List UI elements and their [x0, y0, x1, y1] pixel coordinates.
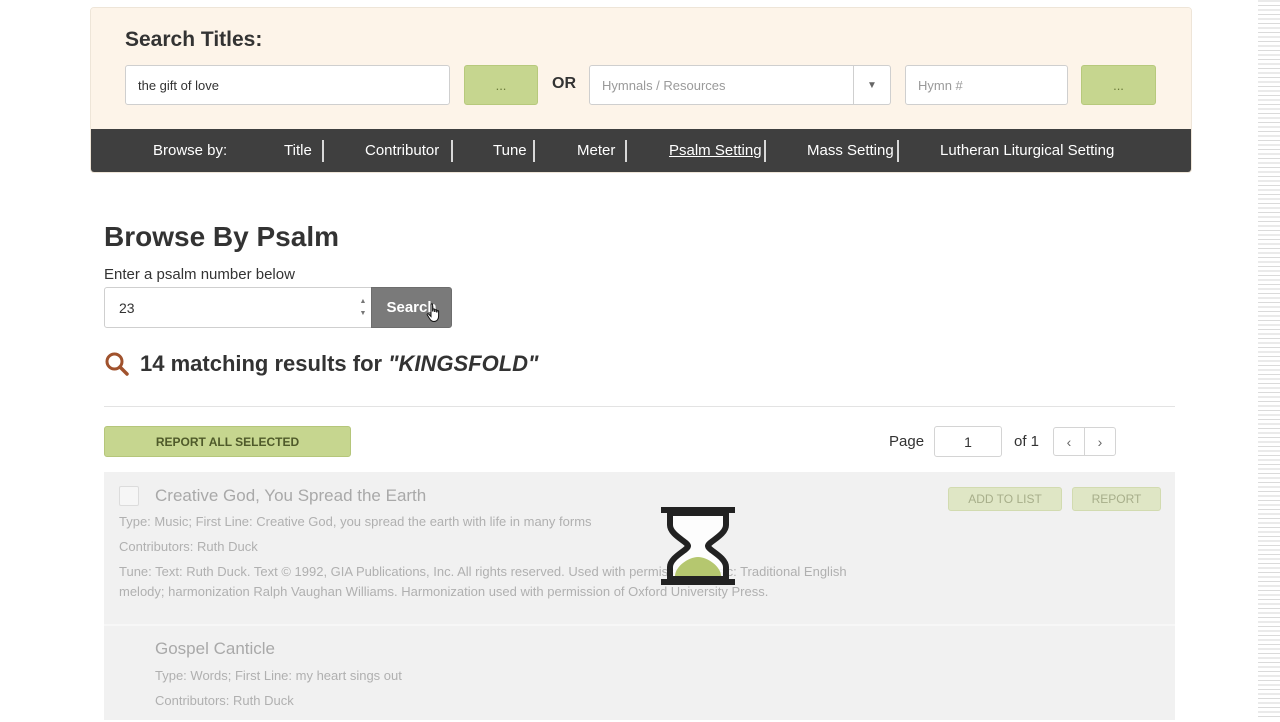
title-search-input[interactable]: the gift of love	[125, 65, 450, 105]
browse-bar: Browse by: Title Contributor Tune Meter …	[91, 129, 1191, 172]
page-label: Page	[889, 433, 925, 450]
results-list: Creative God, You Spread the Earth Type:…	[104, 472, 1175, 720]
results-count: 14 matching results for	[140, 351, 383, 376]
result-contributors: Contributors: Ruth Duck	[155, 693, 294, 708]
page-number-input[interactable]: 1	[934, 426, 1002, 457]
page-title: Browse By Psalm	[104, 221, 339, 252]
browse-separator	[897, 140, 899, 162]
chevron-left-icon[interactable]: ‹	[1053, 427, 1085, 456]
browse-separator	[322, 140, 324, 162]
title-search-button[interactable]: ...	[464, 65, 538, 105]
browse-lutheran-liturgical-setting[interactable]: Lutheran Liturgical Setting	[940, 142, 1114, 159]
result-item: Creative God, You Spread the Earth Type:…	[104, 472, 1175, 624]
browse-label: Browse by:	[153, 142, 228, 159]
result-select-checkbox[interactable]	[119, 486, 139, 506]
hourglass-icon	[661, 507, 735, 585]
screen-edge-artifact	[1258, 0, 1280, 720]
site-header: Search Titles: the gift of love ... OR H…	[90, 7, 1192, 173]
caret-down-icon[interactable]: ▼	[853, 66, 890, 104]
hymnal-select-placeholder: Hymnals / Resources	[602, 77, 726, 93]
report-all-selected-button[interactable]: REPORT ALL SELECTED	[104, 426, 351, 457]
browse-meter[interactable]: Meter	[577, 142, 615, 159]
add-to-list-button[interactable]: ADD TO LIST	[948, 487, 1062, 511]
results-heading: 14 matching results for "KINGSFOLD"	[104, 351, 539, 377]
browse-tune[interactable]: Tune	[493, 142, 527, 159]
number-spinner[interactable]: ▲ ▼	[359, 298, 367, 318]
browse-separator	[764, 140, 766, 162]
result-type: Type: Words; First Line: my heart sings …	[155, 668, 402, 683]
search-panel: Search Titles: the gift of love ... OR H…	[91, 8, 1191, 129]
psalm-hint: Enter a psalm number below	[104, 266, 295, 283]
report-button[interactable]: REPORT	[1072, 487, 1161, 511]
browse-contributor[interactable]: Contributor	[365, 142, 439, 159]
hand-pointer-icon	[426, 303, 440, 323]
result-item: Gospel Canticle Type: Words; First Line:…	[104, 624, 1175, 722]
divider	[104, 406, 1175, 407]
browse-separator	[625, 140, 627, 162]
result-title[interactable]: Creative God, You Spread the Earth	[155, 486, 426, 506]
chevron-right-icon[interactable]: ›	[1084, 427, 1116, 456]
result-type: Type: Music; First Line: Creative God, y…	[119, 514, 592, 529]
result-contributors: Contributors: Ruth Duck	[119, 539, 258, 554]
psalm-number-value: 23	[119, 299, 135, 316]
psalm-number-input[interactable]: 23 ▲ ▼	[104, 287, 372, 328]
browse-separator	[533, 140, 535, 162]
results-query: "KINGSFOLD"	[388, 351, 539, 376]
browse-separator	[451, 140, 453, 162]
hymn-number-search-button[interactable]: ...	[1081, 65, 1156, 105]
search-icon	[105, 352, 129, 376]
hymn-number-input[interactable]: Hymn #	[905, 65, 1068, 105]
browse-title[interactable]: Title	[284, 142, 312, 159]
or-label: OR	[552, 75, 576, 92]
search-title: Search Titles:	[125, 28, 263, 51]
hymnal-resource-select[interactable]: Hymnals / Resources ▼	[589, 65, 891, 105]
browse-mass-setting[interactable]: Mass Setting	[807, 142, 894, 159]
result-title[interactable]: Gospel Canticle	[155, 639, 275, 659]
browse-psalm-setting[interactable]: Psalm Setting	[669, 142, 762, 159]
page-total-label: of 1	[1014, 433, 1040, 450]
